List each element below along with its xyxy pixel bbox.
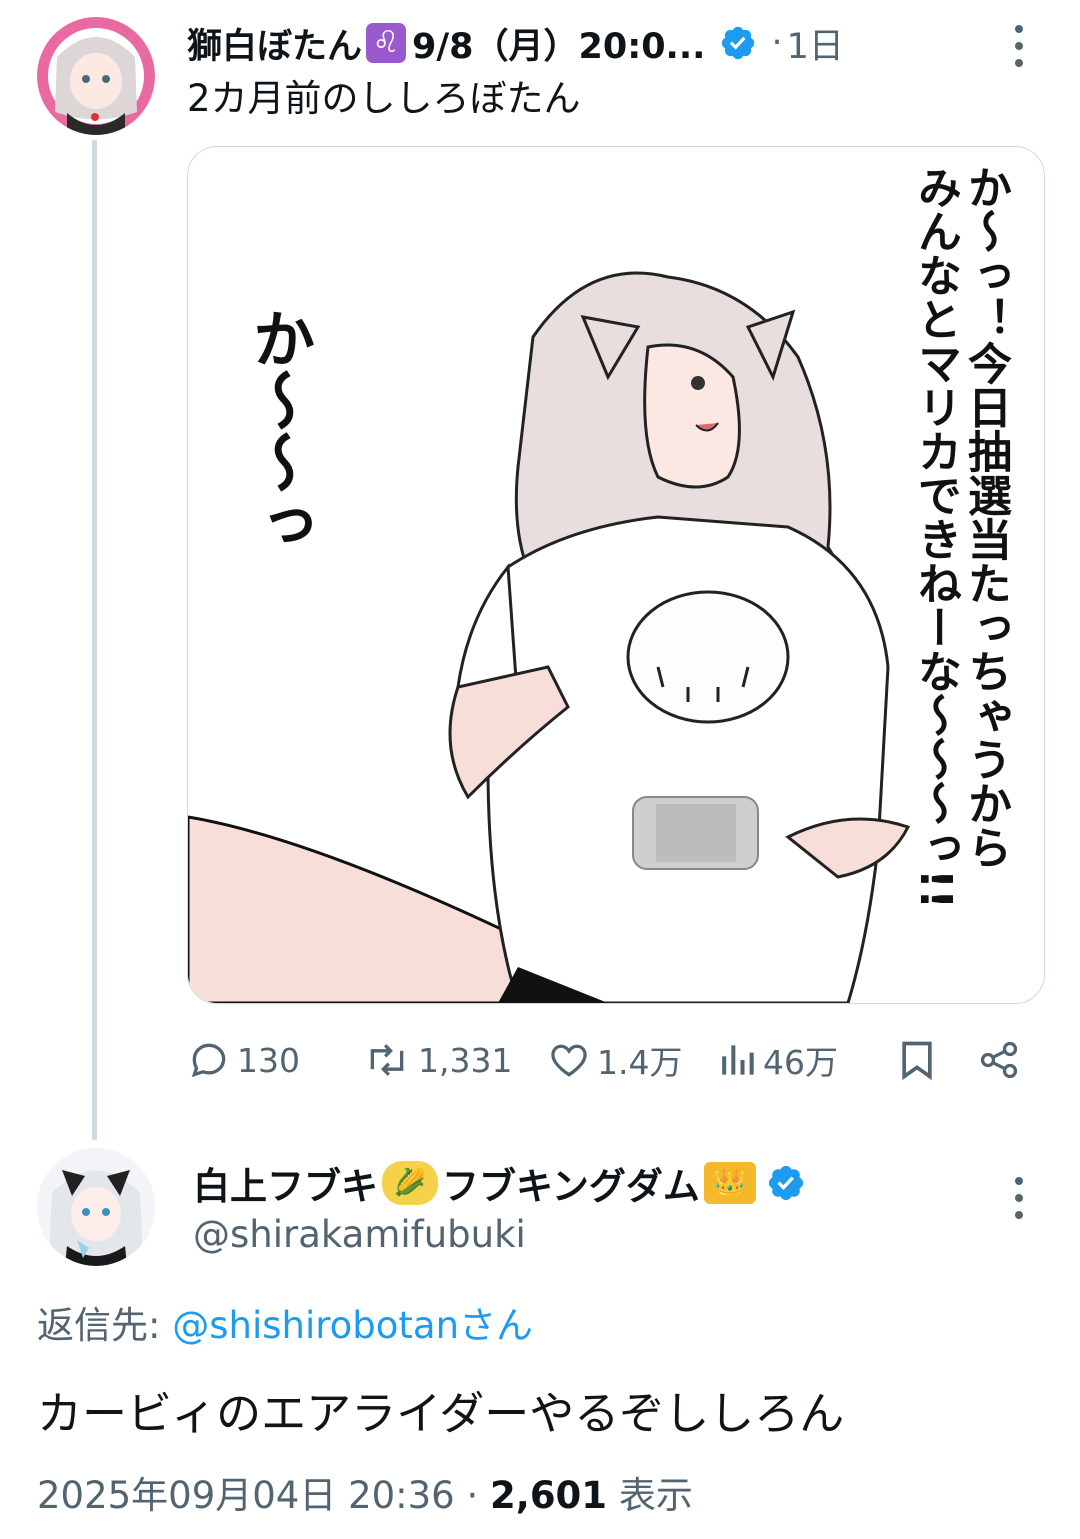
reply-icon [191, 1043, 226, 1078]
like-count: 1.4万 [597, 1043, 683, 1082]
tweet1-age[interactable]: 1日 [787, 18, 844, 69]
leo-emoji: ♌ [366, 23, 407, 63]
tweet1-body: 2カ月前のししろぼたん [187, 77, 581, 120]
reply-to-line: 返信先: @shishirobotanさん [37, 1300, 533, 1352]
corn-emoji: 🌽 [382, 1161, 438, 1205]
bookmark-icon [902, 1041, 932, 1081]
tweet2-views-count: 2,601 [490, 1474, 608, 1517]
tweet2-meta: 2025年09月04日 20:36 · 2,601 表示 [37, 1470, 693, 1522]
crown-emoji: 👑 [703, 1162, 756, 1204]
tweet2-verified-badge-icon [766, 1163, 806, 1203]
heart-icon [551, 1044, 587, 1077]
repost-icon [370, 1044, 404, 1076]
tweet2-timestamp[interactable]: 2025年09月04日 20:36 [37, 1474, 455, 1517]
tweet2-more-icon[interactable] [1013, 1177, 1025, 1219]
media-left-text: か〜〜っ [242, 307, 315, 555]
fubuki-avatar-art [37, 1148, 155, 1266]
reply-count: 130 [237, 1040, 300, 1080]
fubuki-avatar[interactable] [37, 1148, 155, 1266]
botan-avatar-art [37, 17, 155, 135]
media-right-text-1: か〜っ！今日抽選当たっちゃうから [960, 165, 1011, 869]
tweet2-header: 白上フブキ 🌽 フブキングダム 👑 [193, 1155, 806, 1211]
tweet2-handle[interactable]: @shirakamifubuki [193, 1211, 526, 1259]
tweet1-action-bar: 130 1,331 1.4万 46万 [187, 1030, 1043, 1090]
tweet1-image[interactable]: か〜〜っ か〜っ！今日抽選当たっちゃうから みんなとマリカできねーな〜〜〜っ!! [187, 146, 1045, 1004]
reply-to-handle-link[interactable]: @shishirobotanさん [172, 1304, 533, 1347]
tweet1-separator: · [771, 23, 783, 63]
reply-to-label: 返信先: [37, 1304, 161, 1347]
like-button[interactable]: 1.4万 [547, 1030, 682, 1090]
media-right-text-2: みんなとマリカできねーな〜〜〜っ!! [910, 165, 961, 910]
views-button[interactable]: 46万 [717, 1030, 838, 1090]
repost-count: 1,331 [418, 1040, 513, 1080]
thread-connector-line [92, 140, 97, 1140]
tweet1-author-name[interactable]: 獅白ぼたん [187, 18, 362, 69]
repost-button[interactable]: 1,331 [362, 1030, 512, 1090]
views-count: 46万 [763, 1043, 838, 1082]
bookmark-button[interactable] [897, 1030, 937, 1090]
tweet2-body: カービィのエアライダーやるぞししろん [37, 1387, 845, 1440]
tweet1-date[interactable]: 9/8（月）20:0... [412, 18, 705, 69]
tweet2-meta-separator: · [466, 1474, 479, 1517]
botan-avatar[interactable] [37, 17, 155, 135]
views-icon [722, 1045, 754, 1075]
tweet1-header: 獅白ぼたん ♌ 9/8（月）20:0... · 1日 [187, 18, 844, 68]
reply-button[interactable]: 130 [187, 1030, 300, 1090]
tweet2-author-name[interactable]: 白上フブキ [193, 1156, 378, 1210]
share-icon [980, 1041, 1018, 1079]
tweet2-views-label: 表示 [618, 1474, 693, 1517]
share-button[interactable] [977, 1030, 1021, 1090]
tweet1-more-icon[interactable] [1013, 25, 1025, 67]
tweet2-author-suffix[interactable]: フブキングダム [442, 1156, 700, 1210]
verified-badge-icon [719, 24, 757, 62]
